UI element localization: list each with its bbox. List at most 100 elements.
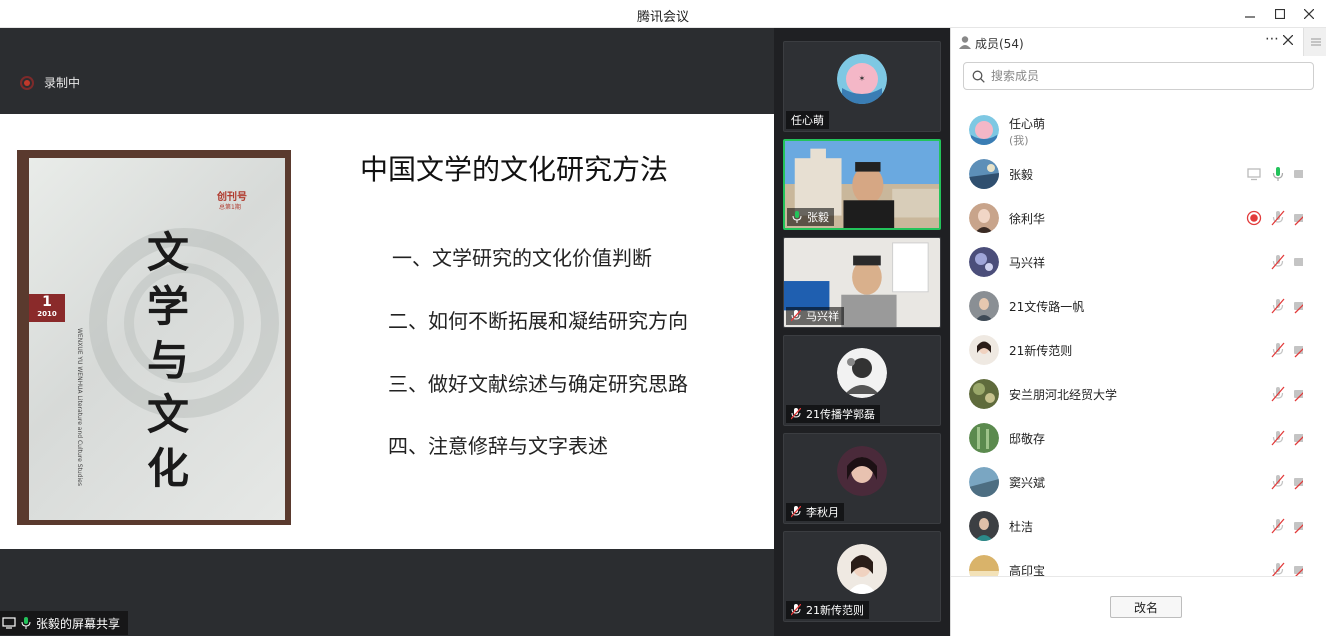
member-name: 徐利华 [1009, 212, 1046, 226]
maximize-button[interactable] [1270, 4, 1290, 24]
minimize-button[interactable] [1240, 4, 1260, 24]
more-options-button[interactable]: ⋯ [1265, 31, 1279, 47]
mic-muted-icon [1272, 562, 1285, 576]
side-menu-button[interactable] [1303, 28, 1326, 56]
member-row[interactable]: 杜洁 [951, 504, 1303, 548]
member-name: 张毅 [1009, 168, 1034, 182]
presentation-slide: 创刊号 总第1期 1 2010 文学与文化 WENXUE YU WENHUA L… [0, 114, 774, 549]
video-tiles-column[interactable]: ✶ 任心萌 张毅 马兴祥 21传播学郭磊 李秋月 21新传范则 [774, 28, 950, 636]
user-icon [959, 36, 971, 49]
video-tile[interactable]: 21传播学郭磊 [783, 335, 941, 426]
member-row[interactable]: 21新传范则 [951, 328, 1303, 372]
avatar [837, 446, 887, 496]
participant-name-tag: 马兴祥 [786, 307, 844, 325]
avatar [969, 467, 999, 497]
camera-muted-icon [1294, 346, 1303, 358]
book-cover: 创刊号 总第1期 1 2010 文学与文化 WENXUE YU WENHUA L… [29, 158, 285, 520]
member-row[interactable]: 安兰朋河北经贸大学 [951, 372, 1303, 416]
close-panel-button[interactable] [1282, 33, 1294, 49]
participant-name: 张毅 [807, 211, 829, 224]
members-panel-footer: 改名 [951, 576, 1303, 636]
camera-muted-icon [1294, 522, 1303, 534]
title-bar: 腾讯会议 [0, 0, 1326, 28]
participant-name: 21传播学郭磊 [806, 408, 875, 421]
video-tile[interactable]: 马兴祥 [783, 237, 941, 328]
member-row[interactable]: 张毅 [951, 152, 1303, 196]
video-tile[interactable]: 李秋月 [783, 433, 941, 524]
participant-name-tag: 张毅 [787, 208, 834, 226]
member-row[interactable]: 徐利华 [951, 196, 1303, 240]
participant-name-tag: 21传播学郭磊 [786, 405, 880, 423]
avatar [969, 511, 999, 541]
mic-muted-icon [1271, 342, 1285, 358]
slide-item-2: 二、如何不断拓展和凝结研究方向 [388, 309, 688, 333]
close-icon [1304, 9, 1314, 19]
member-search-input[interactable] [991, 69, 1291, 83]
video-tile[interactable]: 21新传范则 [783, 531, 941, 622]
avatar [969, 291, 999, 321]
issue-number: 1 [42, 294, 52, 310]
recording-icon [1246, 210, 1262, 226]
camera-muted-icon [1294, 302, 1303, 314]
member-row[interactable]: 邸敬存 [951, 416, 1303, 460]
video-tile[interactable]: ✶ 任心萌 [783, 41, 941, 132]
avatar [969, 203, 999, 233]
book-spine-text: WENXUE YU WENHUA Literature and Culture … [76, 328, 83, 486]
member-name: 杜洁 [1009, 520, 1034, 534]
close-window-button[interactable] [1299, 4, 1319, 24]
search-icon [972, 70, 985, 83]
book-label-top: 创刊号 [217, 192, 247, 203]
mic-muted-icon [1271, 386, 1285, 402]
slide-item-3: 三、做好文献综述与确定研究思路 [388, 372, 688, 396]
close-icon [1282, 34, 1294, 46]
menu-icon [1310, 38, 1321, 46]
mic-muted-icon [791, 310, 801, 322]
record-icon [20, 75, 34, 90]
member-row[interactable]: 任心萌 (我) [951, 108, 1303, 152]
mic-muted-icon [791, 408, 801, 420]
mic-muted-icon [1271, 474, 1285, 490]
member-name: 任心萌 [1009, 117, 1046, 131]
slide-item-4: 四、注意修辞与文字表述 [388, 434, 608, 458]
mic-on-icon [792, 211, 802, 223]
avatar [837, 348, 887, 398]
mic-muted-icon [791, 604, 801, 616]
video-tile-active[interactable]: 张毅 [783, 139, 941, 230]
participant-name: 21新传范则 [806, 604, 864, 617]
mic-muted-icon [1271, 298, 1285, 314]
camera-muted-icon [1294, 566, 1303, 576]
rename-button[interactable]: 改名 [1110, 596, 1182, 618]
minimize-icon [1245, 16, 1255, 18]
member-row[interactable]: 高印宝 [951, 548, 1303, 576]
participant-name-tag: 21新传范则 [786, 601, 869, 619]
members-panel-header: 成员(54) ⋯ [951, 28, 1326, 56]
avatar [969, 247, 999, 277]
member-name: 高印宝 [1009, 564, 1046, 576]
recording-label: 录制中 [44, 76, 81, 90]
screen-share-icon [2, 617, 16, 629]
mic-on-icon [1272, 167, 1284, 181]
member-list[interactable]: 任心萌 (我) 张毅 徐利华 马兴祥 21文传路一帆 21新传范则 安兰朋河北经… [951, 108, 1303, 576]
camera-muted-icon [1294, 478, 1303, 490]
participant-name-tag: 任心萌 [786, 111, 829, 129]
avatar [969, 379, 999, 409]
member-row[interactable]: 21文传路一帆 [951, 284, 1303, 328]
avatar [969, 159, 999, 189]
participant-name: 任心萌 [791, 114, 824, 127]
participant-name: 李秋月 [806, 506, 839, 519]
member-name: 窦兴斌 [1009, 476, 1046, 490]
screen-share-owner: 张毅的屏幕共享 [36, 616, 121, 631]
mic-on-icon [21, 617, 31, 629]
member-search-box[interactable] [963, 62, 1314, 90]
recording-indicator: 录制中 [20, 74, 80, 91]
mic-muted-icon [1271, 430, 1285, 446]
mic-muted-icon [791, 506, 801, 518]
member-row[interactable]: 窦兴斌 [951, 460, 1303, 504]
member-name: 21新传范则 [1009, 344, 1073, 358]
member-row[interactable]: 马兴祥 [951, 240, 1303, 284]
member-name: 邸敬存 [1009, 432, 1046, 446]
member-name: 安兰朋河北经贸大学 [1009, 388, 1118, 402]
issue-year: 2010 [37, 310, 57, 318]
camera-off-icon [1294, 258, 1303, 266]
avatar [969, 115, 999, 145]
